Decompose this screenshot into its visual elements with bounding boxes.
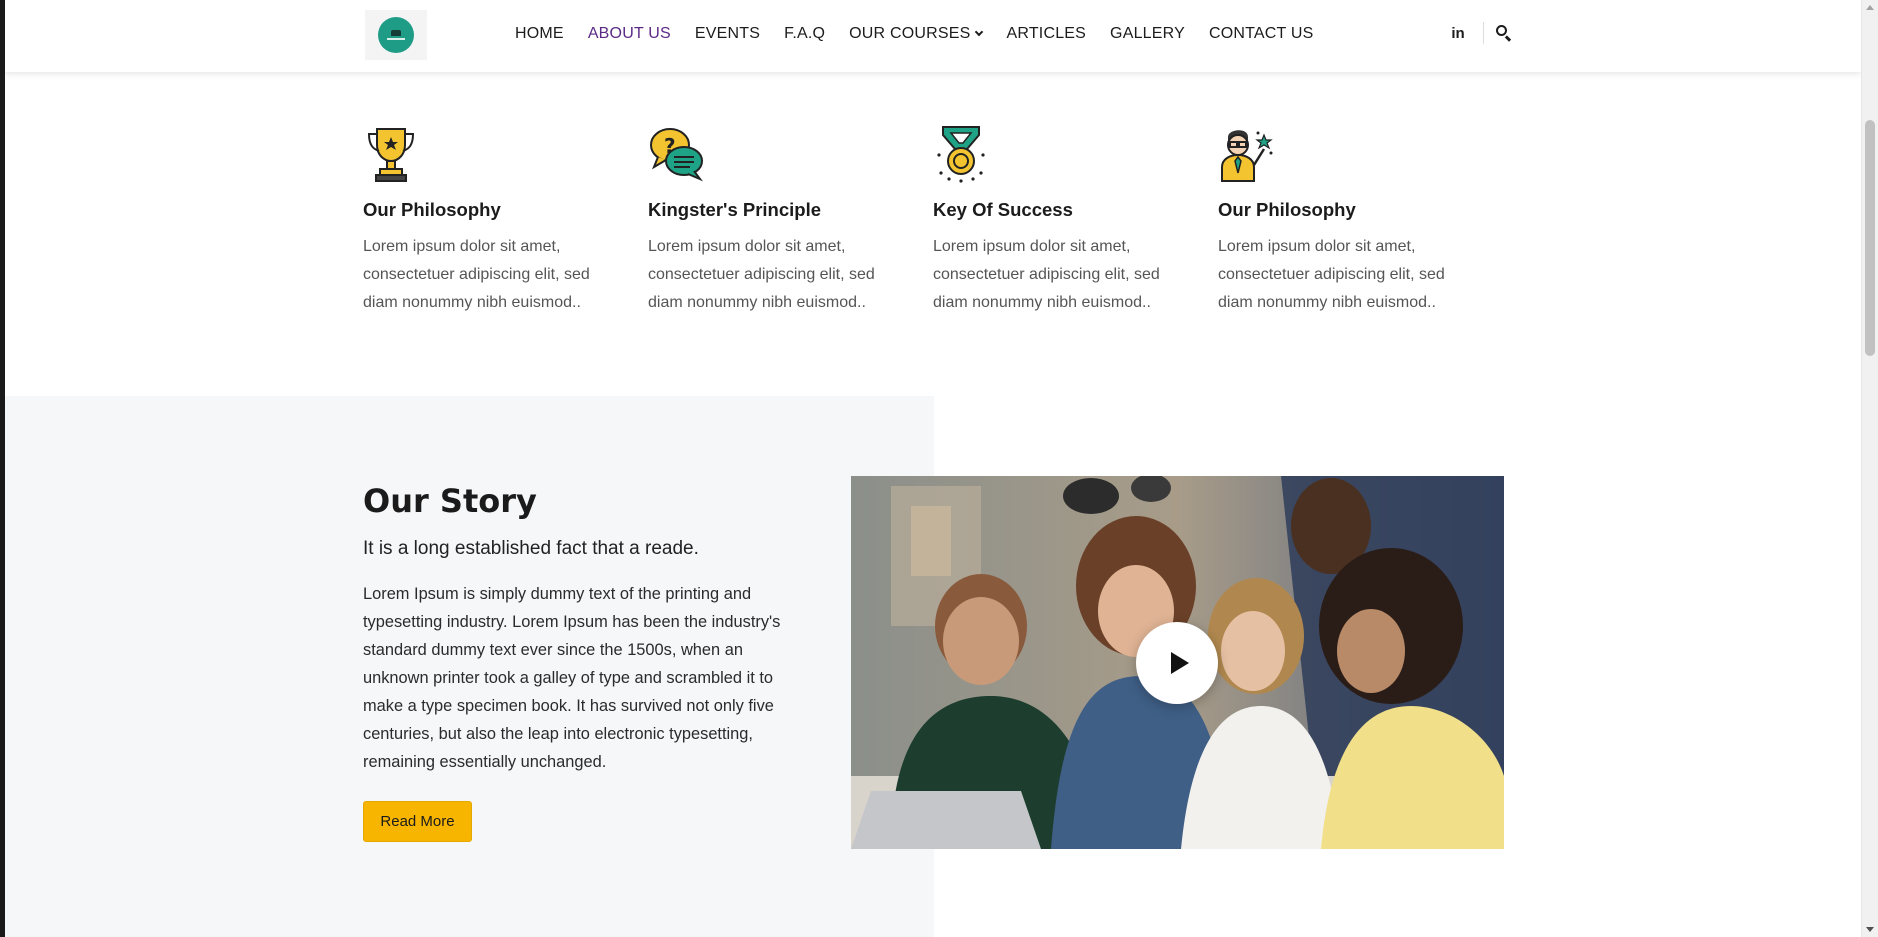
nav-our-courses-label: OUR COURSES	[849, 25, 971, 42]
header-actions: in	[1445, 22, 1512, 44]
story-title: Our Story	[363, 482, 537, 520]
nav-about-us[interactable]: ABOUT US	[588, 25, 671, 43]
feature-title: Our Philosophy	[363, 199, 501, 220]
linkedin-icon[interactable]: in	[1445, 25, 1471, 42]
feature-title: Key Of Success	[933, 199, 1073, 220]
feature-row: Our Philosophy Lorem ipsum dolor sit ame…	[363, 125, 1503, 317]
nav-faq[interactable]: F.A.Q	[784, 25, 825, 43]
feature-text: Lorem ipsum dolor sit amet, consectetuer…	[933, 238, 1160, 311]
site-header: HOME ABOUT US EVENTS F.A.Q OUR COURSES A…	[5, 0, 1861, 72]
feature-text: Lorem ipsum dolor sit amet, consectetuer…	[363, 238, 590, 311]
main-nav: HOME ABOUT US EVENTS F.A.Q OUR COURSES A…	[515, 0, 1338, 68]
header-divider	[1483, 22, 1484, 44]
logo-icon	[378, 17, 414, 53]
nav-articles[interactable]: ARTICLES	[1006, 25, 1086, 43]
nav-events[interactable]: EVENTS	[695, 25, 760, 43]
story-video-thumbnail[interactable]	[851, 476, 1504, 849]
teacher-icon	[1221, 130, 1273, 182]
story-subtitle: It is a long established fact that a rea…	[363, 538, 699, 559]
chat-bubbles-icon: ?	[650, 128, 703, 182]
nav-our-courses[interactable]: OUR COURSES	[849, 25, 984, 43]
nav-home[interactable]: HOME	[515, 25, 564, 43]
feature-card: Our Philosophy Lorem ipsum dolor sit ame…	[363, 125, 648, 317]
medal-icon	[937, 126, 985, 183]
feature-text: Lorem ipsum dolor sit amet, consectetuer…	[1218, 238, 1445, 311]
feature-title: Kingster's Principle	[648, 199, 822, 220]
play-button[interactable]	[1136, 622, 1218, 704]
feature-card: ? Kingster's Principle Lorem ipsum dolor…	[648, 125, 933, 317]
nav-gallery[interactable]: GALLERY	[1110, 25, 1185, 43]
scrollbar-thumb[interactable]	[1865, 120, 1875, 356]
window-edge	[0, 0, 5, 937]
feature-text: Lorem ipsum dolor sit amet, consectetuer…	[648, 238, 875, 311]
page-scrollbar[interactable]	[1861, 0, 1878, 937]
feature-card: Our Philosophy Lorem ipsum dolor sit ame…	[1218, 125, 1503, 317]
scroll-down-icon[interactable]	[1866, 927, 1874, 932]
site-logo[interactable]	[365, 10, 427, 60]
feature-title: Our Philosophy	[1218, 199, 1356, 220]
feature-card: Key Of Success Lorem ipsum dolor sit ame…	[933, 125, 1218, 317]
chevron-down-icon	[975, 27, 984, 37]
nav-contact-us[interactable]: CONTACT US	[1209, 25, 1314, 43]
trophy-icon	[367, 128, 415, 182]
story-body: Lorem Ipsum is simply dummy text of the …	[363, 585, 781, 771]
scroll-up-icon[interactable]	[1866, 5, 1874, 10]
read-more-button[interactable]: Read More	[363, 801, 472, 842]
search-icon[interactable]	[1496, 25, 1512, 42]
play-icon	[1170, 652, 1189, 674]
